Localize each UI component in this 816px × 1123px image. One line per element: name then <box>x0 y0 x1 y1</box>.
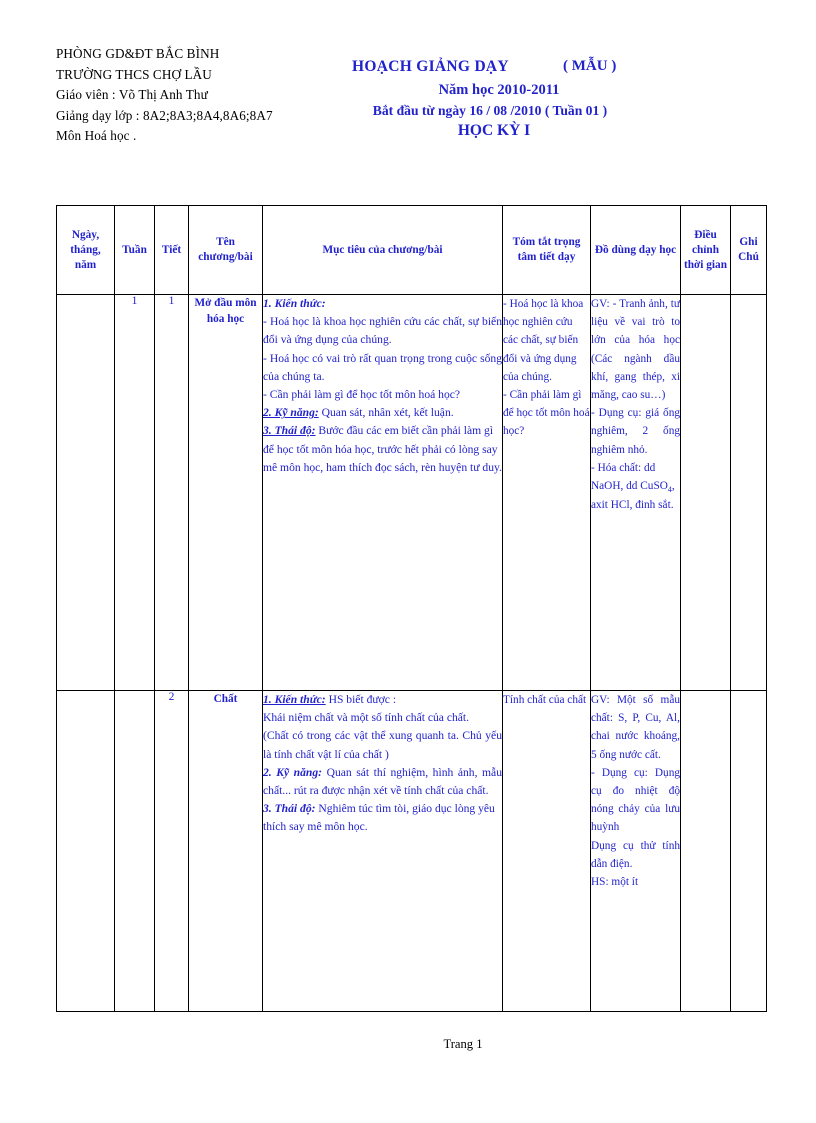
cell-teaching-tools: GV: Một số mẫu chất: S, P, Cu, Al, chai … <box>590 690 681 1012</box>
label-knowledge: 1. Kiến thức: <box>263 693 326 706</box>
label-knowledge: 1. Kiến thức: <box>263 297 326 310</box>
text-skill: Quan sát, nhân xét, kết luận. <box>318 406 454 420</box>
title-row-primary: HOẠCH GIẢNG DẠY ( MẪU ) <box>300 58 760 80</box>
col-header-period: Tiết <box>154 205 189 295</box>
teaching-plan-table: Ngày, tháng, năm Tuần Tiết Tên chương/bà… <box>56 205 767 1012</box>
col-header-note: Ghi Chú <box>730 205 767 295</box>
tools-line-1: GV: Một số mẫu chất: S, P, Cu, Al, chai … <box>591 694 680 761</box>
col-header-adjust: Điều chỉnh thời gian <box>680 205 731 295</box>
cell-time-adjust <box>680 294 731 691</box>
tools-chem-subscript: 4 <box>667 485 672 495</box>
document-page: PHÒNG GD&ĐT BẮC BÌNH TRƯỜNG THCS CHỢ LẦU… <box>0 0 816 1123</box>
objective-knowledge-line: 1. Kiến thức: HS biết được : <box>263 691 502 709</box>
cell-period: 1 <box>154 294 189 691</box>
objective-bullet-2: - Hoá học có vai trò rất quan trọng tron… <box>263 351 502 383</box>
cell-period: 2 <box>154 690 189 1012</box>
objective-knowledge-line: 1. Kiến thức: <box>263 295 502 313</box>
cell-date <box>56 690 115 1012</box>
cell-note <box>730 690 767 1012</box>
tools-chem-a: - Hóa chất: dd NaOH, dd CuSO <box>591 461 668 493</box>
tools-line-1: GV: - Tranh ảnh, tư liệu về vai trò to l… <box>591 298 680 402</box>
page-footer: Trang 1 <box>0 1037 816 1052</box>
cell-week <box>114 690 155 1012</box>
cell-date <box>56 294 115 691</box>
title-sample-tag: ( MẪU ) <box>563 58 617 74</box>
cell-time-adjust <box>680 690 731 1012</box>
col-header-summary: Tóm tắt trọng tâm tiết dạy <box>502 205 591 295</box>
tools-line-4: HS: một ít <box>591 876 639 889</box>
table-row: 2 Chất 1. Kiến thức: HS biết được : Khái… <box>56 690 767 1012</box>
cell-objectives: 1. Kiến thức: - Hoá học là khoa học nghi… <box>262 294 503 691</box>
text-knowledge: HS biết được : <box>325 693 397 706</box>
cell-lesson-name: Mở đầu môn hóa học <box>188 294 263 691</box>
objective-bullet-1: - Hoá học là khoa học nghiên cứu các chấ… <box>263 315 502 347</box>
label-skill: 2. Kỹ năng: <box>263 406 319 420</box>
label-skill: 2. Kỹ năng: <box>263 765 323 779</box>
objective-bullet-3: - Cần phải làm gì để học tốt môn hoá học… <box>263 388 461 402</box>
tools-line-3: Dụng cụ thử tính dẫn điện. <box>591 839 680 870</box>
tools-line-3: - Hóa chất: dd NaOH, dd CuSO4, axit HCl,… <box>591 459 680 515</box>
table-header-row: Ngày, tháng, năm Tuần Tiết Tên chương/bà… <box>56 205 767 295</box>
label-attitude: 3. Thái độ: <box>263 424 316 438</box>
cell-summary: Tính chất của chất <box>502 690 591 1012</box>
cell-teaching-tools: GV: - Tranh ảnh, tư liệu về vai trò to l… <box>590 294 681 691</box>
page-number: Trang 1 <box>443 1037 483 1051</box>
col-header-date: Ngày, tháng, năm <box>56 205 115 295</box>
col-header-name: Tên chương/bài <box>188 205 263 295</box>
objective-attitude-line: 3. Thái độ: Bước đầu các em biết cần phả… <box>263 422 502 477</box>
objective-attitude-line: 3. Thái độ: Nghiêm túc tìm tòi, giáo dục… <box>263 800 502 836</box>
tools-line-2: - Dụng cụ: Dụng cụ đo nhiệt độ nóng chảy… <box>591 766 680 834</box>
cell-objectives: 1. Kiến thức: HS biết được : Khái niệm c… <box>262 690 503 1012</box>
col-header-tools: Đồ dùng dạy học <box>590 205 681 295</box>
objective-bullet-1: Khái niệm chất và một số tính chất của c… <box>263 711 470 725</box>
document-header: PHÒNG GD&ĐT BẮC BÌNH TRƯỜNG THCS CHỢ LẦU… <box>0 0 816 195</box>
summary-text: Tính chất của chất <box>503 694 587 706</box>
cell-note <box>730 294 767 691</box>
semester-title: HỌC KỲ I <box>457 122 531 139</box>
label-attitude: 3. Thái độ: <box>263 802 316 816</box>
document-title-block: HOẠCH GIẢNG DẠY ( MẪU ) Năm học 2010-201… <box>300 58 760 140</box>
summary-text: - Hoá học là khoa học nghiên cứu các chấ… <box>503 298 590 438</box>
school-year-subtitle: Năm học 2010-2011 <box>438 82 560 98</box>
col-header-goal: Mục tiêu của chương/bài <box>262 205 503 295</box>
objective-bullet-2: (Chất có trong các vật thể xung quanh ta… <box>263 729 502 761</box>
table-row: 1 1 Mở đầu môn hóa học 1. Kiến thức: - H… <box>56 294 767 691</box>
objective-skill-line: 2. Kỹ năng: Quan sát thí nghiệm, hình ản… <box>263 764 502 800</box>
start-date-line: Bắt đầu từ ngày 16 / 08 /2010 ( Tuần 01 … <box>372 103 608 118</box>
cell-lesson-name: Chất <box>188 690 263 1012</box>
objective-skill-line: 2. Kỹ năng: Quan sát, nhân xét, kết luận… <box>263 404 502 422</box>
cell-summary: - Hoá học là khoa học nghiên cứu các chấ… <box>502 294 591 691</box>
col-header-week: Tuần <box>114 205 155 295</box>
department-line: PHÒNG GD&ĐT BẮC BÌNH <box>56 46 220 61</box>
cell-week: 1 <box>114 294 155 691</box>
page-title: HOẠCH GIẢNG DẠY <box>352 58 509 75</box>
tools-line-2: - Dụng cụ: giá ống nghiêm, 2 ống nghiêm … <box>591 407 680 456</box>
